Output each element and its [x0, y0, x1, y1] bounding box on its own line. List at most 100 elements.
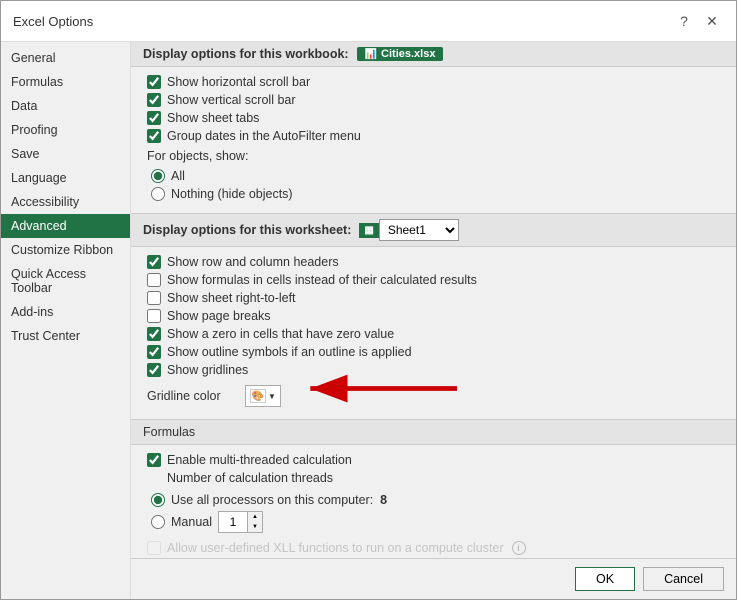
- sidebar-item-addins[interactable]: Add-ins: [1, 300, 130, 324]
- workbook-name: Cities.xlsx: [381, 48, 435, 60]
- check-row-column-headers: Show row and column headers: [147, 253, 720, 271]
- label-allow-xll: Allow user-defined XLL functions to run …: [167, 541, 504, 555]
- dialog-body: General Formulas Data Proofing Save Lang…: [1, 42, 736, 599]
- label-outline-symbols: Show outline symbols if an outline is ap…: [167, 345, 412, 359]
- label-multi-threaded: Enable multi-threaded calculation: [167, 453, 352, 467]
- title-bar: Excel Options ? ✕: [1, 1, 736, 42]
- workbook-pill: 📊 Cities.xlsx: [357, 47, 444, 61]
- label-gridlines: Show gridlines: [167, 363, 248, 377]
- sidebar: General Formulas Data Proofing Save Lang…: [1, 42, 131, 599]
- sheet-dropdown: ▦ Sheet1: [359, 219, 458, 241]
- radio-label-nothing: Nothing (hide objects): [171, 187, 293, 201]
- ok-button[interactable]: OK: [575, 567, 635, 591]
- check-page-breaks: Show page breaks: [147, 307, 720, 325]
- title-buttons: ? ✕: [672, 9, 724, 33]
- radio-label-all-processors: Use all processors on this computer: 8: [171, 493, 387, 507]
- radio-nothing: Nothing (hide objects): [151, 185, 720, 203]
- label-show-sheet-tabs: Show sheet tabs: [167, 111, 259, 125]
- checkbox-row-column-headers[interactable]: [147, 255, 161, 269]
- close-button[interactable]: ✕: [700, 9, 724, 33]
- radio-manual-threads: Manual ▲ ▼: [151, 509, 720, 535]
- sidebar-item-formulas[interactable]: Formulas: [1, 70, 130, 94]
- check-group-dates: Group dates in the AutoFilter menu: [147, 127, 720, 145]
- cancel-button[interactable]: Cancel: [643, 567, 724, 591]
- worksheet-content: Show row and column headers Show formula…: [131, 247, 736, 419]
- checkbox-show-vertical-scroll[interactable]: [147, 93, 161, 107]
- checkbox-page-breaks[interactable]: [147, 309, 161, 323]
- spin-buttons: ▲ ▼: [247, 512, 262, 532]
- sidebar-item-accessibility[interactable]: Accessibility: [1, 190, 130, 214]
- checkbox-allow-xll[interactable]: [147, 541, 161, 555]
- radio-all-processors: Use all processors on this computer: 8: [151, 491, 720, 509]
- sheet-select[interactable]: Sheet1: [379, 219, 459, 241]
- radio-input-nothing[interactable]: [151, 187, 165, 201]
- checkbox-show-sheet-tabs[interactable]: [147, 111, 161, 125]
- sidebar-item-data[interactable]: Data: [1, 94, 130, 118]
- check-show-formulas: Show formulas in cells instead of their …: [147, 271, 720, 289]
- excel-options-dialog: Excel Options ? ✕ General Formulas Data …: [0, 0, 737, 600]
- radio-label-manual: Manual: [171, 515, 212, 529]
- radio-input-all[interactable]: [151, 169, 165, 183]
- dropdown-arrow-icon: ▼: [268, 392, 276, 401]
- check-allow-xll: Allow user-defined XLL functions to run …: [147, 539, 720, 557]
- formulas-content: Enable multi-threaded calculation Number…: [131, 445, 736, 558]
- checkbox-right-to-left[interactable]: [147, 291, 161, 305]
- spin-down-button[interactable]: ▼: [248, 522, 262, 532]
- sidebar-item-save[interactable]: Save: [1, 142, 130, 166]
- check-outline-symbols: Show outline symbols if an outline is ap…: [147, 343, 720, 361]
- checkbox-show-formulas[interactable]: [147, 273, 161, 287]
- workbook-content: Show horizontal scroll bar Show vertical…: [131, 67, 736, 213]
- sidebar-item-advanced[interactable]: Advanced: [1, 214, 130, 238]
- radio-input-all-processors[interactable]: [151, 493, 165, 507]
- radio-input-manual[interactable]: [151, 515, 165, 529]
- checkbox-gridlines[interactable]: [147, 363, 161, 377]
- workbook-icon: 📊: [365, 49, 377, 60]
- threads-label: Number of calculation threads: [147, 469, 720, 487]
- help-button[interactable]: ?: [672, 9, 696, 33]
- workbook-header-label: Display options for this workbook:: [143, 47, 349, 61]
- scrollable-content[interactable]: Display options for this workbook: 📊 Cit…: [131, 42, 736, 558]
- checkbox-outline-symbols[interactable]: [147, 345, 161, 359]
- worksheet-section-header: Display options for this worksheet: ▦ Sh…: [131, 213, 736, 247]
- spin-up-button[interactable]: ▲: [248, 512, 262, 522]
- label-show-horizontal-scroll: Show horizontal scroll bar: [167, 75, 310, 89]
- sidebar-item-language[interactable]: Language: [1, 166, 130, 190]
- radio-label-all: All: [171, 169, 185, 183]
- check-show-sheet-tabs: Show sheet tabs: [147, 109, 720, 127]
- spin-input-threads: ▲ ▼: [218, 511, 263, 533]
- formulas-section-header: Formulas: [131, 419, 736, 445]
- color-swatch: 🎨: [250, 389, 266, 403]
- gridline-color-container: Gridline color 🎨 ▼: [147, 379, 720, 413]
- label-page-breaks: Show page breaks: [167, 309, 271, 323]
- for-objects-label: For objects, show:: [147, 149, 720, 163]
- label-zero-value: Show a zero in cells that have zero valu…: [167, 327, 394, 341]
- worksheet-header-label: Display options for this worksheet:: [143, 223, 351, 237]
- sidebar-item-trust-center[interactable]: Trust Center: [1, 324, 130, 348]
- sidebar-item-general[interactable]: General: [1, 46, 130, 70]
- workbook-section-header: Display options for this workbook: 📊 Cit…: [131, 42, 736, 67]
- check-gridlines: Show gridlines: [147, 361, 720, 379]
- check-zero-value: Show a zero in cells that have zero valu…: [147, 325, 720, 343]
- radio-group-threads: Use all processors on this computer: 8 M…: [151, 491, 720, 535]
- sidebar-item-proofing[interactable]: Proofing: [1, 118, 130, 142]
- sheet-icon: ▦: [359, 223, 378, 238]
- sidebar-item-customize-ribbon[interactable]: Customize Ribbon: [1, 238, 130, 262]
- checkbox-group-dates[interactable]: [147, 129, 161, 143]
- check-show-horizontal-scroll: Show horizontal scroll bar: [147, 73, 720, 91]
- label-right-to-left: Show sheet right-to-left: [167, 291, 296, 305]
- content-area: Display options for this workbook: 📊 Cit…: [131, 42, 736, 599]
- spin-value-input[interactable]: [219, 512, 247, 532]
- check-multi-threaded: Enable multi-threaded calculation: [147, 451, 720, 469]
- checkbox-show-horizontal-scroll[interactable]: [147, 75, 161, 89]
- label-show-vertical-scroll: Show vertical scroll bar: [167, 93, 296, 107]
- checkbox-zero-value[interactable]: [147, 327, 161, 341]
- info-icon: i: [512, 541, 526, 555]
- check-show-vertical-scroll: Show vertical scroll bar: [147, 91, 720, 109]
- dialog-footer: OK Cancel: [131, 558, 736, 599]
- radio-all: All: [151, 167, 720, 185]
- gridline-color-button[interactable]: 🎨 ▼: [245, 385, 281, 407]
- checkbox-multi-threaded[interactable]: [147, 453, 161, 467]
- label-group-dates: Group dates in the AutoFilter menu: [167, 129, 361, 143]
- gridline-color-row: Gridline color 🎨 ▼: [147, 382, 720, 410]
- sidebar-item-quick-access[interactable]: Quick Access Toolbar: [1, 262, 130, 300]
